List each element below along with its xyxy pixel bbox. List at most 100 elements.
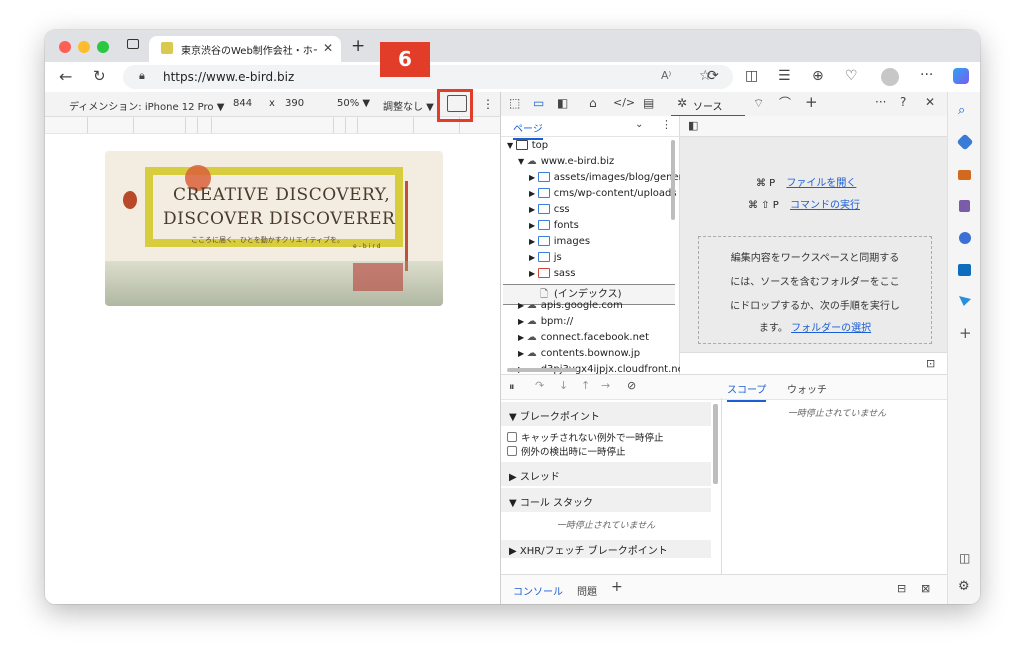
outlook-icon[interactable] — [958, 264, 971, 276]
collapse-arrow-icon[interactable]: ▶ — [518, 317, 527, 326]
add-sidebar-app-icon[interactable]: + — [959, 326, 972, 341]
navigator-menu-icon[interactable]: ⋮ — [661, 119, 672, 130]
close-drawer-icon[interactable]: ⊠ — [921, 583, 930, 594]
collapse-arrow-icon[interactable]: ▶ — [529, 189, 538, 198]
more-menu-icon[interactable]: ··· — [920, 68, 933, 82]
back-arrow-icon[interactable]: ← — [59, 69, 72, 85]
console-icon[interactable]: ▤ — [643, 97, 654, 109]
collapse-arrow-icon[interactable]: ▶ — [529, 237, 538, 246]
file-tree-item[interactable]: ▶ css — [529, 204, 570, 215]
collapse-arrow-icon[interactable]: ▶ — [529, 173, 538, 182]
network-wifi-icon[interactable]: ⌔ — [753, 97, 764, 109]
call-stack-section[interactable]: ▼ コール スタック — [501, 488, 711, 512]
workspace-drop-zone[interactable]: 編集内容をワークスペースと同期する には、ソースを含むフォルダーをここ にドロッ… — [698, 236, 932, 344]
file-tree-item[interactable]: ▶ assets/images/blog/gener — [529, 172, 683, 183]
dock-drawer-icon[interactable]: ⊟ — [897, 583, 906, 594]
collapse-arrow-icon[interactable]: ▶ — [529, 221, 538, 230]
zoom-select[interactable]: 50% ▼ — [337, 98, 370, 109]
maximize-window-button[interactable] — [97, 41, 109, 53]
xhr-breakpoints-section[interactable]: ▶ XHR/フェッチ ブレークポイント — [501, 540, 711, 558]
tree-scrollbar[interactable] — [671, 140, 675, 220]
step-into-icon[interactable]: ↓ — [559, 380, 568, 391]
step-icon[interactable]: → — [601, 380, 610, 391]
chevron-down-icon[interactable]: ⌄ — [635, 120, 643, 130]
hide-sidebar-icon[interactable]: ◫ — [959, 552, 970, 564]
file-tree-item[interactable]: ▼ top — [507, 140, 548, 151]
run-command-link[interactable]: コマンドの実行 — [790, 200, 860, 211]
collapse-arrow-icon[interactable]: ▶ — [529, 269, 538, 278]
pause-caught-checkbox[interactable]: 例外の検出時に一時停止 — [507, 444, 626, 458]
split-screen-icon[interactable]: ◫ — [745, 69, 758, 83]
device-dimension-select[interactable]: ディメンション: iPhone 12 Pro ▼ — [69, 98, 224, 113]
tab-page[interactable]: ページ — [513, 120, 543, 140]
add-panel-icon[interactable]: + — [805, 95, 818, 110]
hero-banner[interactable]: CREATIVE DISCOVERY, DISCOVER DISCOVERER … — [105, 151, 443, 306]
collapse-arrow-icon[interactable]: ▶ — [518, 301, 527, 310]
pause-icon[interactable]: ⏸︎ — [509, 381, 515, 392]
profile-avatar[interactable] — [881, 68, 899, 86]
collapse-arrow-icon[interactable]: ▶ — [518, 349, 527, 358]
new-tab-button[interactable]: + — [351, 38, 365, 55]
search-icon[interactable]: ⌕ — [958, 104, 965, 117]
add-drawer-tab-icon[interactable]: + — [611, 580, 623, 594]
games-icon[interactable] — [959, 200, 970, 212]
read-aloud-icon[interactable]: A⁾ — [661, 70, 671, 81]
tab-sources[interactable]: ✲ ソース — [671, 92, 745, 117]
debug-scrollbar[interactable] — [713, 404, 718, 484]
shopping-tag-icon[interactable] — [956, 133, 974, 151]
minimize-window-button[interactable] — [78, 41, 90, 53]
tab-watch[interactable]: ウォッチ — [787, 381, 827, 396]
step-out-icon[interactable]: ↑ — [581, 380, 590, 391]
help-icon[interactable]: ? — [900, 96, 906, 108]
lock-icon[interactable]: 🔒︎ — [139, 70, 145, 81]
tab-issues[interactable]: 問題 — [577, 583, 597, 598]
open-file-link[interactable]: ファイルを開く — [786, 178, 856, 189]
file-tree-item[interactable]: ▶ ☁ connect.facebook.net — [518, 332, 649, 343]
device-width-input[interactable]: 844 — [233, 98, 252, 109]
favorites-list-icon[interactable]: ☰ — [778, 69, 791, 83]
tools-briefcase-icon[interactable] — [958, 170, 971, 180]
threads-section[interactable]: ▶ スレッド — [501, 462, 711, 486]
close-devtools-icon[interactable]: ✕ — [925, 96, 935, 108]
collapse-arrow-icon[interactable]: ▶ — [529, 253, 538, 262]
tree-horizontal-scrollbar[interactable] — [507, 368, 577, 372]
select-folder-link[interactable]: フォルダーの選択 — [791, 323, 871, 334]
sidebar-settings-icon[interactable]: ⚙ — [958, 580, 970, 593]
collapse-arrow-icon[interactable]: ▶ — [529, 205, 538, 214]
file-tree-item[interactable]: ▶ fonts — [529, 220, 579, 231]
file-tree-item[interactable]: ▶ cms/wp-content/uploads — [529, 188, 677, 199]
device-height-input[interactable]: 390 — [285, 98, 304, 109]
device-more-options-icon[interactable]: ⋮ — [482, 97, 494, 111]
send-drop-icon[interactable] — [959, 296, 971, 306]
file-tree-item[interactable]: ▶ ☁ apis.google.com — [518, 300, 623, 311]
welcome-home-icon[interactable]: ⌂ — [589, 97, 597, 109]
file-tree-item[interactable]: ▼ ☁ www.e-bird.biz — [518, 156, 614, 167]
performance-icon[interactable]: ♡ — [845, 69, 858, 83]
tab-console[interactable]: コンソール — [513, 583, 563, 598]
devtools-more-icon[interactable]: ··· — [875, 96, 886, 108]
extensions-icon[interactable]: ⟳ — [707, 69, 719, 83]
collections-icon[interactable]: ⊕ — [812, 69, 824, 83]
file-tree-item[interactable]: ▶ images — [529, 236, 590, 247]
inspect-element-icon[interactable]: ⬚ — [509, 97, 520, 109]
pause-uncaught-checkbox[interactable]: キャッチされない例外で一時停止 — [507, 430, 664, 444]
close-tab-icon[interactable]: ✕ — [323, 42, 333, 54]
refresh-icon[interactable]: ↻ — [93, 69, 106, 84]
breakpoints-section[interactable]: ▼ ブレークポイント — [501, 402, 711, 426]
throttle-select[interactable]: 調整なし ▼ — [383, 98, 434, 113]
expand-arrow-icon[interactable]: ▼ — [507, 141, 516, 150]
file-tree-item[interactable]: ▶ js — [529, 252, 562, 263]
performance-gauge-icon[interactable]: ⌒ — [779, 97, 791, 109]
toggle-debugger-icon[interactable]: ⊡ — [926, 358, 935, 369]
copilot-icon[interactable] — [953, 68, 969, 84]
elements-icon[interactable]: </> — [613, 97, 635, 108]
expand-arrow-icon[interactable]: ▼ — [518, 157, 527, 166]
file-tree-item[interactable]: ▶ ☁ contents.bownow.jp — [518, 348, 640, 359]
browser-tab[interactable]: 東京渋谷のWeb制作会社・ホーム ✕ — [149, 36, 341, 62]
dock-side-icon[interactable]: ◧ — [557, 97, 568, 109]
toggle-navigator-icon[interactable]: ◧ — [688, 120, 698, 131]
microsoft365-icon[interactable] — [959, 232, 971, 244]
tab-actions-icon[interactable] — [127, 39, 139, 49]
deactivate-breakpoints-icon[interactable]: ⊘ — [627, 380, 636, 391]
file-tree-item[interactable]: ▶ sass — [529, 268, 575, 279]
